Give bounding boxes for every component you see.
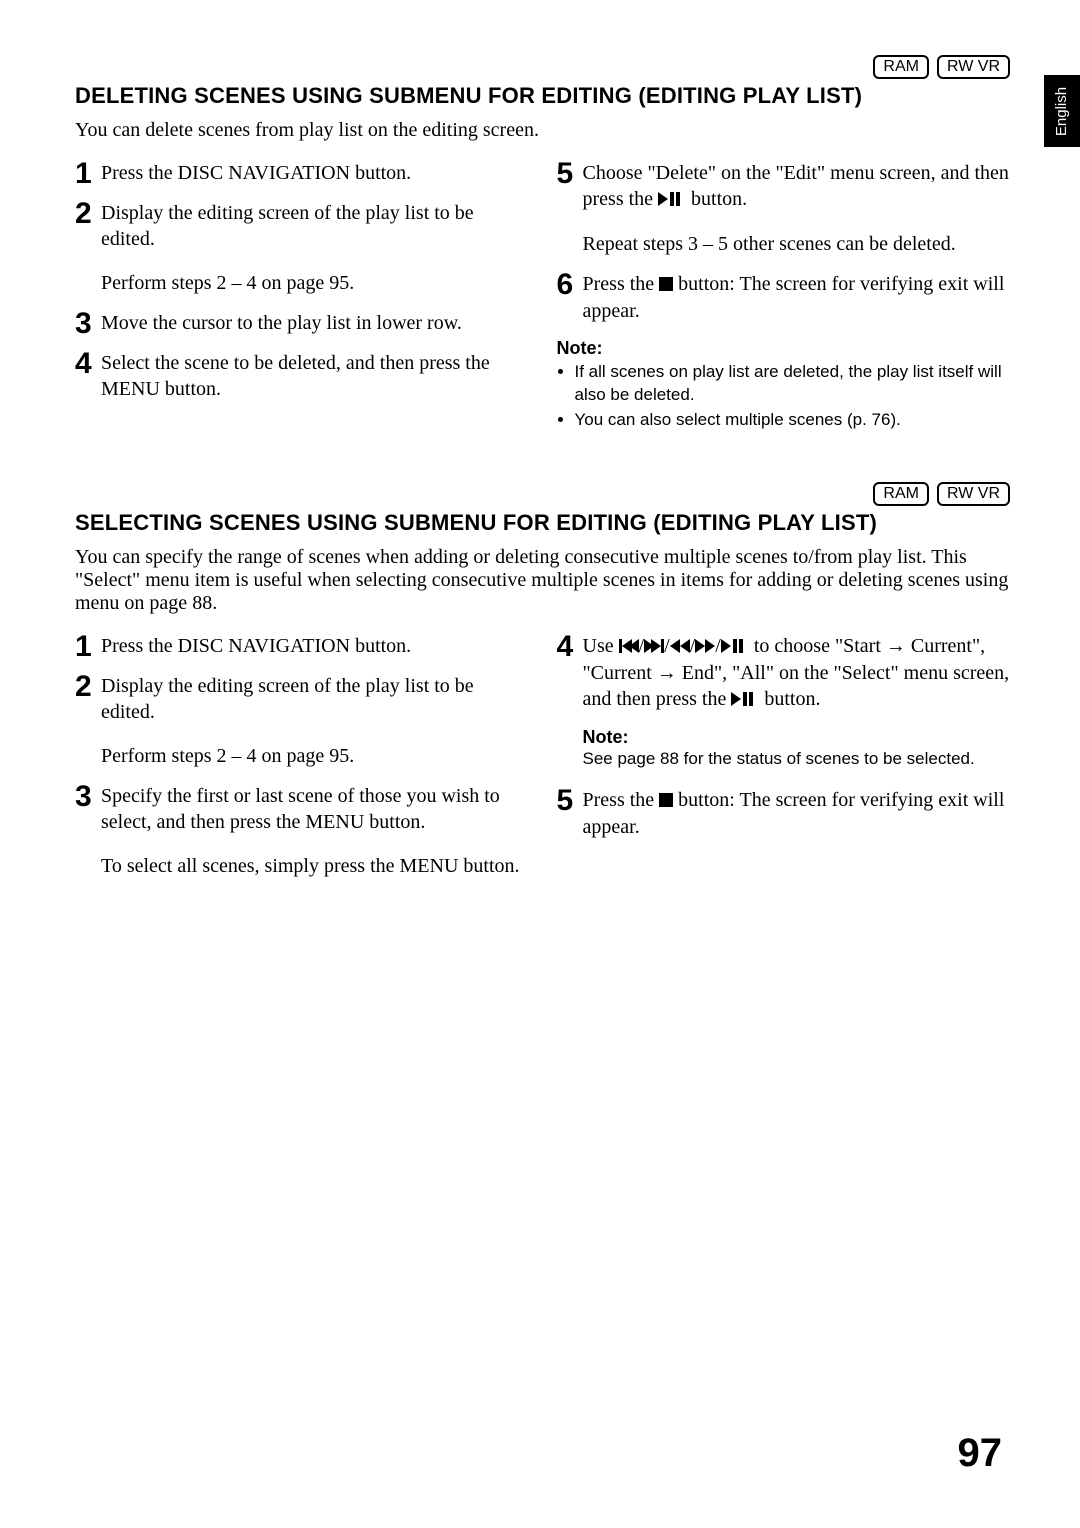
note-heading: Note: <box>557 338 1011 359</box>
section2-heading: SELECTING SCENES USING SUBMENU FOR EDITI… <box>75 510 1010 536</box>
s1-step4: 4Select the scene to be deleted, and the… <box>75 350 529 402</box>
play-pause-icon <box>731 687 759 713</box>
s1-step3: 3Move the cursor to the play list in low… <box>75 310 529 336</box>
s1-note: Note: If all scenes on play list are del… <box>557 338 1011 432</box>
s2-note-text: See page 88 for the status of scenes to … <box>583 748 1011 771</box>
fast-forward-icon <box>695 634 715 660</box>
play-pause-icon <box>658 187 686 213</box>
rewind-icon <box>670 634 690 660</box>
section1-heading: DELETING SCENES USING SUBMENU FOR EDITIN… <box>75 83 1010 109</box>
s2-step2: 2Display the editing screen of the play … <box>75 673 529 769</box>
s2-step5: 5 Press the button: The screen for verif… <box>557 787 1011 840</box>
badge-ram: RAM <box>873 482 929 506</box>
stop-icon <box>659 788 673 814</box>
badge-ram: RAM <box>873 55 929 79</box>
section2-intro: You can specify the range of scenes when… <box>75 546 1010 615</box>
stop-icon <box>659 272 673 298</box>
section2-right-col: 4 Use //// to choose "Start → Current", … <box>557 633 1011 893</box>
s1-step1: 1Press the DISC NAVIGATION button. <box>75 160 529 186</box>
format-badges-2: RAM RW VR <box>75 482 1010 506</box>
badge-rwvr: RW VR <box>937 482 1010 506</box>
s1-step6: 6 Press the button: The screen for verif… <box>557 271 1011 324</box>
section1-left-col: 1Press the DISC NAVIGATION button. 2Disp… <box>75 160 529 434</box>
section1-intro: You can delete scenes from play list on … <box>75 119 1010 142</box>
play-pause-icon <box>721 634 749 660</box>
s2-step3: 3Specify the first or last scene of thos… <box>75 783 529 879</box>
skip-next-icon <box>644 634 664 660</box>
skip-prev-icon <box>619 634 639 660</box>
s1-note-item1: If all scenes on play list are deleted, … <box>575 361 1011 407</box>
s1-step5: 5 Choose "Delete" on the "Edit" menu scr… <box>557 160 1011 257</box>
page-number: 97 <box>958 1431 1003 1476</box>
language-tab: English <box>1044 75 1080 147</box>
s1-step2: 2Display the editing screen of the play … <box>75 200 529 296</box>
note-heading: Note: <box>583 727 1011 748</box>
s2-step4: 4 Use //// to choose "Start → Current", … <box>557 633 1011 713</box>
s2-note: Note: See page 88 for the status of scen… <box>557 727 1011 771</box>
s2-step1: 1Press the DISC NAVIGATION button. <box>75 633 529 659</box>
section2-left-col: 1Press the DISC NAVIGATION button. 2Disp… <box>75 633 529 893</box>
s1-note-item2: You can also select multiple scenes (p. … <box>575 409 1011 432</box>
section1-right-col: 5 Choose "Delete" on the "Edit" menu scr… <box>557 160 1011 434</box>
badge-rwvr: RW VR <box>937 55 1010 79</box>
format-badges-1: RAM RW VR <box>75 55 1010 79</box>
